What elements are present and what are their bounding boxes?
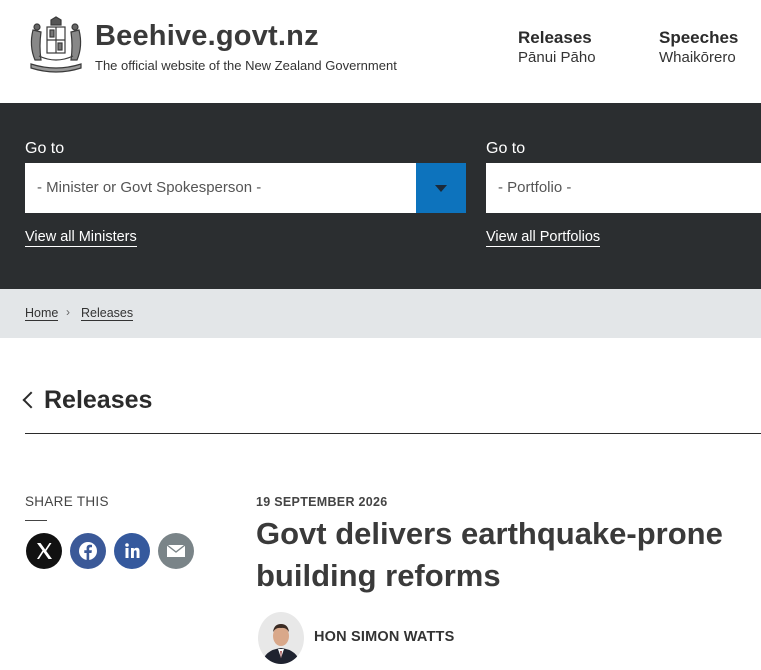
nav-speeches[interactable]: Speeches Whaikōrero (659, 28, 738, 66)
minister-select-value[interactable]: - Minister or Govt Spokesperson - (37, 179, 261, 196)
article-date: 19 SEPTEMBER 2026 (256, 495, 388, 509)
share-linkedin-button[interactable] (114, 533, 150, 569)
portfolio-select[interactable]: - Portfolio - (486, 163, 761, 213)
back-link-label[interactable]: Releases (44, 386, 152, 415)
chevron-down-icon (435, 185, 447, 192)
divider (25, 433, 761, 434)
breadcrumb-separator-icon: › (66, 305, 70, 319)
share-email-button[interactable] (158, 533, 194, 569)
article-headline: Govt delivers earthquake-prone building … (256, 516, 723, 593)
linkedin-icon (125, 543, 140, 558)
site-title[interactable]: Beehive.govt.nz (95, 20, 319, 53)
minister-avatar[interactable] (258, 612, 304, 664)
breadcrumb: Home › Releases (0, 289, 761, 338)
breadcrumb-releases[interactable]: Releases (81, 306, 134, 321)
nz-coat-of-arms-logo[interactable] (25, 16, 87, 76)
site-subtitle: The official website of the New Zealand … (95, 58, 397, 73)
minister-select-button[interactable] (416, 163, 466, 213)
facebook-icon (79, 542, 97, 560)
share-divider (25, 520, 47, 521)
portfolio-select-value[interactable]: - Portfolio - (498, 179, 571, 196)
chevron-left-icon (22, 391, 40, 409)
minister-select[interactable]: - Minister or Govt Spokesperson - (25, 163, 466, 213)
nav-speeches-label[interactable]: Speeches (659, 28, 738, 48)
view-all-portfolios-link[interactable]: View all Portfolios (486, 229, 601, 247)
share-facebook-button[interactable] (70, 533, 106, 569)
goto-panel: Go to - Minister or Govt Spokesperson - … (0, 103, 761, 289)
goto-minister-label: Go to (25, 140, 65, 157)
minister-name[interactable]: HON SIMON WATTS (314, 629, 454, 645)
x-icon (37, 543, 52, 559)
nav-releases-sublabel[interactable]: Pānui Pāho (518, 49, 596, 66)
view-all-ministers-link[interactable]: View all Ministers (25, 229, 137, 247)
share-title: SHARE THIS (25, 494, 109, 509)
email-icon (166, 544, 186, 557)
share-x-button[interactable] (26, 533, 62, 569)
site-header: Beehive.govt.nz The official website of … (0, 0, 761, 103)
nav-releases-label[interactable]: Releases (518, 28, 596, 48)
nav-releases[interactable]: Releases Pānui Pāho (518, 28, 596, 66)
nav-speeches-sublabel[interactable]: Whaikōrero (659, 49, 738, 66)
goto-portfolio-label: Go to (486, 140, 526, 157)
breadcrumb-home[interactable]: Home (25, 306, 59, 321)
